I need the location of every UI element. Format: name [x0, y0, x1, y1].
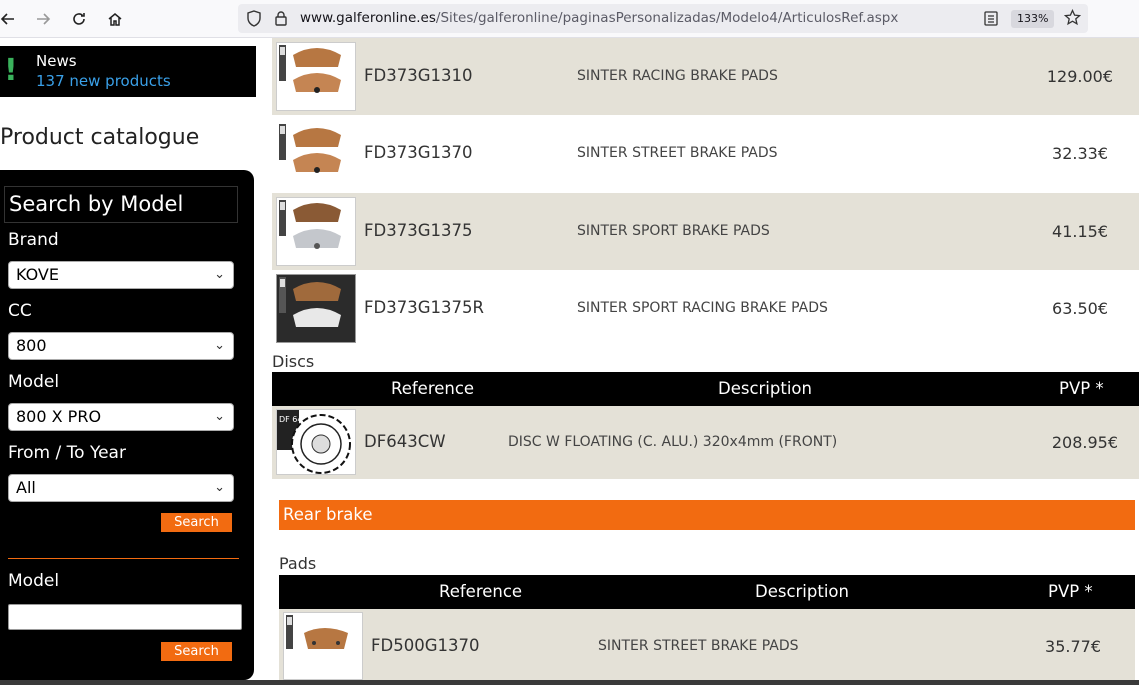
model-select[interactable]: 800 X PRO ⌄ — [8, 403, 234, 431]
row-price: 35.77€ — [1045, 637, 1101, 656]
brand-select-value: KOVE — [16, 265, 59, 284]
row-price: 129.00€ — [1046, 67, 1113, 86]
discs-label: Discs — [272, 352, 315, 371]
brand-label: Brand — [8, 230, 59, 250]
news-label: News — [36, 52, 77, 70]
cc-select-value: 800 — [16, 336, 47, 355]
chevron-down-icon: ⌄ — [214, 409, 225, 424]
url-domain: www.galferonline.es — [300, 10, 436, 26]
lock-icon[interactable] — [274, 10, 288, 31]
header-pvp: PVP * — [1059, 379, 1104, 398]
row-price: 32.33€ — [1052, 144, 1108, 163]
row-reference[interactable]: FD373G1375 — [364, 221, 472, 240]
product-thumbnail[interactable]: DF 643 CW — [276, 409, 356, 475]
exclamation-icon: ! — [4, 53, 18, 88]
browser-toolbar: www.galferonline.es/Sites/galferonline/p… — [0, 0, 1139, 38]
header-reference: Reference — [391, 379, 475, 398]
catalogue-title: Product catalogue — [0, 125, 200, 150]
back-arrow-icon[interactable] — [0, 7, 20, 31]
discs-table-header: Reference Description PVP * — [272, 372, 1139, 406]
search-panel: Search by Model Brand KOVE ⌄ CC 800 ⌄ Mo… — [0, 170, 254, 680]
home-icon[interactable] — [103, 7, 127, 31]
chevron-down-icon: ⌄ — [214, 338, 225, 353]
url-text[interactable]: www.galferonline.es/Sites/galferonline/p… — [300, 10, 898, 26]
url-path: /Sites/galferonline/paginasPersonalizada… — [435, 10, 899, 26]
chevron-down-icon: ⌄ — [214, 480, 225, 495]
row-reference[interactable]: FD373G1375R — [364, 298, 484, 317]
model-search-label: Model — [8, 571, 60, 591]
row-description: SINTER RACING BRAKE PADS — [577, 68, 778, 84]
reload-icon[interactable] — [67, 7, 91, 31]
product-thumbnail[interactable] — [276, 119, 356, 188]
chevron-down-icon: ⌄ — [214, 267, 225, 282]
row-reference[interactable]: FD373G1370 — [364, 143, 472, 162]
forward-arrow-icon[interactable] — [31, 7, 55, 31]
row-reference[interactable]: FD500G1370 — [371, 636, 479, 655]
new-products-link[interactable]: 137 new products — [36, 72, 171, 90]
year-select-value: All — [16, 478, 36, 497]
rear-pads-label: Pads — [279, 554, 317, 573]
row-description: SINTER SPORT BRAKE PADS — [577, 223, 770, 239]
model-select-value: 800 X PRO — [16, 407, 102, 426]
row-price: 41.15€ — [1052, 222, 1108, 241]
year-label: From / To Year — [8, 443, 126, 463]
search-by-model-title: Search by Model — [4, 186, 238, 223]
model-search-input[interactable] — [8, 604, 242, 630]
news-box: ! News 137 new products — [0, 46, 256, 97]
year-select[interactable]: All ⌄ — [8, 474, 234, 502]
product-thumbnail[interactable] — [276, 42, 356, 111]
row-price: 63.50€ — [1052, 299, 1108, 318]
bookmark-star-icon[interactable] — [1063, 8, 1082, 30]
table-row[interactable]: FD373G1375R SINTER SPORT RACING BRAKE PA… — [272, 270, 1139, 347]
reader-view-icon[interactable] — [984, 11, 998, 30]
taskbar-strip — [0, 680, 1139, 685]
search-button[interactable]: Search — [161, 513, 232, 532]
table-row[interactable]: FD373G1370 SINTER STREET BRAKE PADS 32.3… — [272, 115, 1139, 192]
header-description: Description — [718, 379, 812, 398]
table-row[interactable]: FD500G1370 SINTER STREET BRAKE PADS 35.7… — [279, 609, 1135, 680]
model-search-button[interactable]: Search — [161, 642, 232, 661]
model-label: Model — [8, 372, 60, 392]
header-description: Description — [755, 582, 849, 601]
product-thumbnail[interactable] — [276, 197, 356, 266]
cc-label: CC — [8, 301, 32, 321]
url-bar[interactable]: www.galferonline.es/Sites/galferonline/p… — [238, 4, 1088, 33]
product-thumbnail[interactable] — [283, 612, 363, 680]
row-description: SINTER STREET BRAKE PADS — [598, 638, 799, 654]
rear-brake-header: Rear brake — [279, 500, 1135, 530]
header-reference: Reference — [439, 582, 523, 601]
divider — [8, 558, 239, 559]
row-reference[interactable]: DF643CW — [364, 432, 446, 451]
header-pvp: PVP * — [1048, 582, 1093, 601]
row-price: 208.95€ — [1051, 433, 1118, 452]
table-row[interactable]: DF 643 CW DF643CW DISC W FLOATING (C. AL… — [272, 406, 1139, 479]
row-description: SINTER STREET BRAKE PADS — [577, 145, 778, 161]
table-row[interactable]: FD373G1375 SINTER SPORT BRAKE PADS 41.15… — [272, 193, 1139, 270]
cc-select[interactable]: 800 ⌄ — [8, 332, 234, 360]
row-description: DISC W FLOATING (C. ALU.) 320x4mm (FRONT… — [508, 434, 838, 450]
product-thumbnail[interactable] — [276, 274, 356, 343]
shield-icon[interactable] — [246, 10, 262, 31]
brand-select[interactable]: KOVE ⌄ — [8, 261, 234, 289]
table-row[interactable]: FD373G1310 SINTER RACING BRAKE PADS 129.… — [272, 38, 1139, 115]
rear-pads-table-header: Reference Description PVP * — [279, 575, 1135, 609]
row-description: SINTER SPORT RACING BRAKE PADS — [577, 300, 828, 316]
zoom-level[interactable]: 133% — [1011, 10, 1055, 28]
row-reference[interactable]: FD373G1310 — [364, 66, 472, 85]
